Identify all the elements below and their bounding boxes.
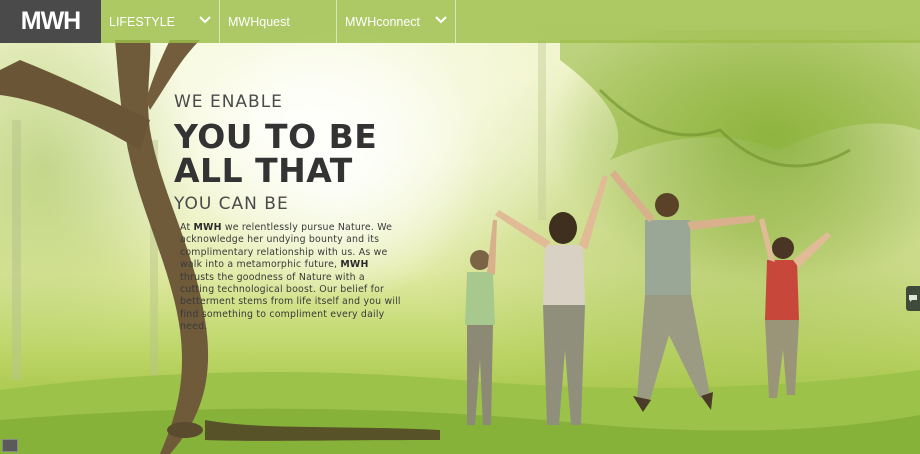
nav-item-mwhquest[interactable]: MWHquest <box>220 0 337 43</box>
logo[interactable]: MWH <box>0 0 101 43</box>
brand-mention: MWH <box>340 259 369 271</box>
top-nav: MWH LIFESTYLE MWHquest MWHconnect <box>0 0 920 43</box>
chevron-down-icon[interactable] <box>197 12 213 28</box>
desc-text: At <box>180 222 194 233</box>
nav-item-label: MWHconnect <box>345 14 421 29</box>
nav-item-label: MWHquest <box>228 14 290 29</box>
headline-line-2: YOU TO BE <box>174 117 378 156</box>
hero-headline: WE ENABLE YOU TO BE ALL THAT YOU CAN BE <box>174 92 377 214</box>
headline-line-1: WE ENABLE <box>174 92 283 112</box>
headline-line-4: YOU CAN BE <box>174 194 289 214</box>
nav-item-lifestyle[interactable]: LIFESTYLE <box>101 0 220 43</box>
hero-background <box>0 0 920 454</box>
feedback-tab[interactable] <box>906 286 920 311</box>
brand-mention: MWH <box>193 222 222 233</box>
chevron-down-icon[interactable] <box>433 12 449 28</box>
nav-item-mwhconnect[interactable]: MWHconnect <box>337 0 456 43</box>
headline-line-3: ALL THAT <box>174 151 353 190</box>
family-illustration <box>465 170 831 425</box>
logo-text: MWH <box>20 7 81 35</box>
menu-icon[interactable] <box>2 439 18 452</box>
nav-item-label: LIFESTYLE <box>109 14 175 29</box>
chat-icon <box>909 294 917 302</box>
hero-description: At MWH we relentlessly pursue Nature. We… <box>180 222 402 334</box>
desc-text: thrusts the goodness of Nature with a cu… <box>180 271 401 333</box>
